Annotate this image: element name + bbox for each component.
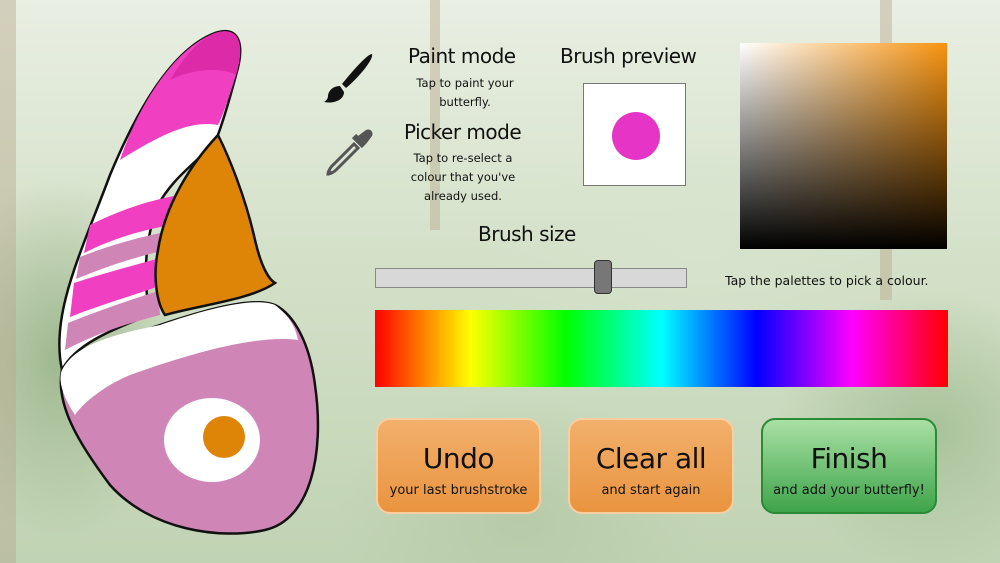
picker-mode-description: Tap to re-select a colour that you've al… bbox=[398, 149, 528, 206]
undo-button[interactable]: Undo your last brushstroke bbox=[376, 418, 541, 514]
tree-trunk bbox=[0, 0, 16, 563]
butterfly-wing-canvas[interactable] bbox=[40, 25, 330, 545]
brush-size-title: Brush size bbox=[478, 222, 576, 246]
brush-preview-box bbox=[583, 83, 686, 186]
picker-mode-desc-line: Tap to re-select a bbox=[413, 151, 513, 165]
paint-mode-description: Tap to paint your butterfly. bbox=[400, 74, 530, 112]
paint-mode-title: Paint mode bbox=[408, 44, 516, 68]
wing-eyespot-center bbox=[203, 416, 245, 458]
picker-mode-desc-line: already used. bbox=[424, 189, 502, 203]
picker-mode-desc-line: colour that you've bbox=[410, 170, 516, 184]
brush-size-slider-track[interactable] bbox=[375, 260, 687, 294]
eyedropper-icon[interactable] bbox=[322, 126, 376, 180]
palette-hint: Tap the palettes to pick a colour. bbox=[725, 273, 929, 288]
clear-all-button-sublabel: and start again bbox=[601, 483, 701, 498]
undo-button-sublabel: your last brushstroke bbox=[389, 483, 528, 498]
paint-mode-desc-line: butterfly. bbox=[439, 95, 491, 109]
shade-palette[interactable] bbox=[740, 43, 947, 249]
clear-all-button-label: Clear all bbox=[595, 442, 707, 475]
brush-preview-dot bbox=[612, 112, 660, 160]
paint-mode-desc-line: Tap to paint your bbox=[416, 76, 514, 90]
picker-mode-title: Picker mode bbox=[404, 120, 522, 144]
undo-button-label: Undo bbox=[422, 442, 495, 475]
finish-button-sublabel: and add your butterfly! bbox=[773, 483, 925, 498]
paintbrush-icon[interactable] bbox=[322, 52, 376, 104]
finish-button-label: Finish bbox=[810, 442, 888, 475]
hue-palette[interactable] bbox=[375, 310, 948, 387]
clear-all-button[interactable]: Clear all and start again bbox=[568, 418, 734, 514]
brush-size-slider-thumb[interactable] bbox=[593, 260, 612, 294]
finish-button[interactable]: Finish and add your butterfly! bbox=[761, 418, 937, 514]
brush-preview-title: Brush preview bbox=[560, 44, 697, 68]
